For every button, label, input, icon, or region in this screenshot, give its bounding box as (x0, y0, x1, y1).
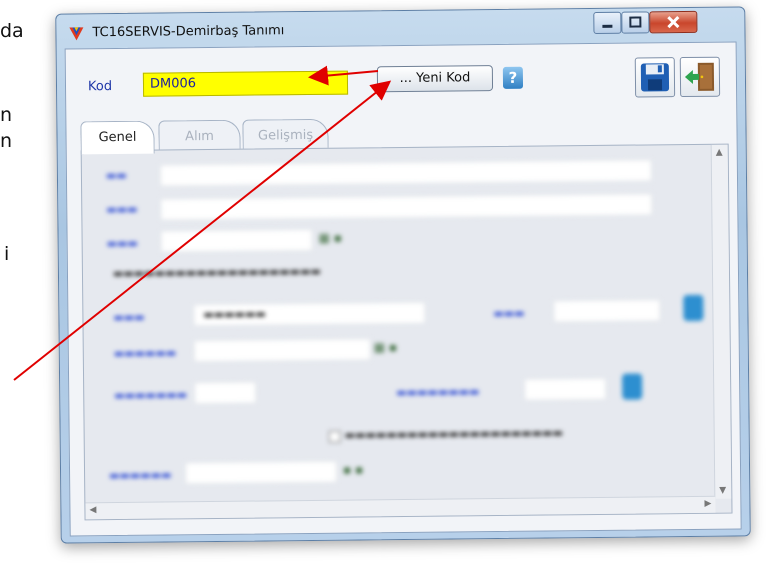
kod-input[interactable]: DM006 (142, 70, 349, 97)
blurred-label: ▬▬▬▬▬▬ (113, 346, 177, 361)
horizontal-scrollbar[interactable]: ◀ ▶ (85, 495, 716, 520)
blurred-field (160, 193, 653, 221)
blurred-label: ▬▬▬ (493, 306, 525, 321)
doc-fragment-2: n (0, 104, 13, 126)
scroll-down-icon[interactable]: ▼ (719, 486, 726, 496)
demirbas-window: TC16SERVIS-Demirbaş Tanımı Kod DM006 ...… (55, 6, 751, 544)
close-button[interactable] (649, 10, 698, 34)
doc-fragment-1: da (0, 20, 24, 42)
blurred-text: ▬▬▬▬▬▬ (203, 307, 266, 322)
blurred-field (524, 377, 607, 401)
kod-label: Kod (87, 79, 113, 95)
floppy-disk-icon (640, 63, 670, 92)
blurred-icon (683, 294, 704, 322)
blurred-label: ▬▬▬▬▬▬▬ (114, 388, 188, 403)
doc-fragment-3: n (0, 130, 13, 152)
blurred-label: ▬▬▬ (113, 310, 145, 325)
blurred-icons: ▦ ▪ (318, 230, 342, 245)
blurred-icons: ▪ ▪ (342, 462, 364, 477)
blurred-label: ▬▬▬ (106, 202, 138, 217)
question-icon[interactable]: ? (502, 66, 524, 89)
blurred-field (160, 228, 313, 253)
blurred-field (184, 460, 338, 485)
vertical-scrollbar[interactable]: ▲ ▼ (710, 144, 732, 499)
app-logo-icon (68, 25, 84, 41)
save-button[interactable] (634, 57, 676, 98)
blurred-text: ▬▬▬▬▬▬▬▬▬▬▬▬▬▬▬▬▬▬▬▬▬ (344, 426, 563, 442)
blurred-icons: ▦ ▪ (373, 340, 398, 355)
scroll-left-icon[interactable]: ◀ (89, 505, 96, 515)
genel-tab-panel: ▬▬ ▬▬▬ ▬▬▬ ▦ ▪ ▬▬▬▬▬▬▬▬▬▬▬▬▬▬▬▬▬▬▬▬ ▬▬▬ … (80, 143, 733, 521)
exit-button[interactable] (679, 56, 721, 98)
blurred-label: ▬▬ (105, 168, 127, 183)
exit-door-icon (684, 62, 715, 91)
maximize-button[interactable] (621, 11, 650, 34)
blurred-dropdown (553, 299, 661, 323)
minimize-button[interactable] (593, 11, 622, 34)
blurred-checkbox (328, 430, 341, 443)
window-title: TC16SERVIS-Demirbaş Tanımı (92, 23, 285, 41)
scroll-up-icon[interactable]: ▲ (716, 148, 723, 158)
tab-genel[interactable]: Genel (80, 120, 155, 155)
tab-alim[interactable]: Alım (158, 119, 241, 151)
yeni-kod-button[interactable]: ... Yeni Kod (376, 65, 494, 93)
blurred-icon (622, 373, 643, 400)
blurred-label: ▬▬▬▬▬▬▬▬ (396, 385, 480, 400)
blurred-field (193, 338, 371, 363)
blurred-field (194, 381, 257, 405)
tab-gelismis[interactable]: Gelişmiş (242, 118, 329, 150)
blurred-label: ▬▬▬▬▬▬ (109, 468, 172, 483)
scroll-right-icon[interactable]: ▶ (704, 499, 711, 509)
blurred-field (159, 159, 653, 187)
doc-fragment-4: i (4, 243, 10, 265)
blurred-note: ▬▬▬▬▬▬▬▬▬▬▬▬▬▬▬▬▬▬▬▬ (112, 264, 321, 281)
blurred-label: ▬▬▬ (106, 236, 138, 251)
window-client-area: Kod DM006 ... Yeni Kod ? Genel Alım Geli… (64, 41, 742, 537)
